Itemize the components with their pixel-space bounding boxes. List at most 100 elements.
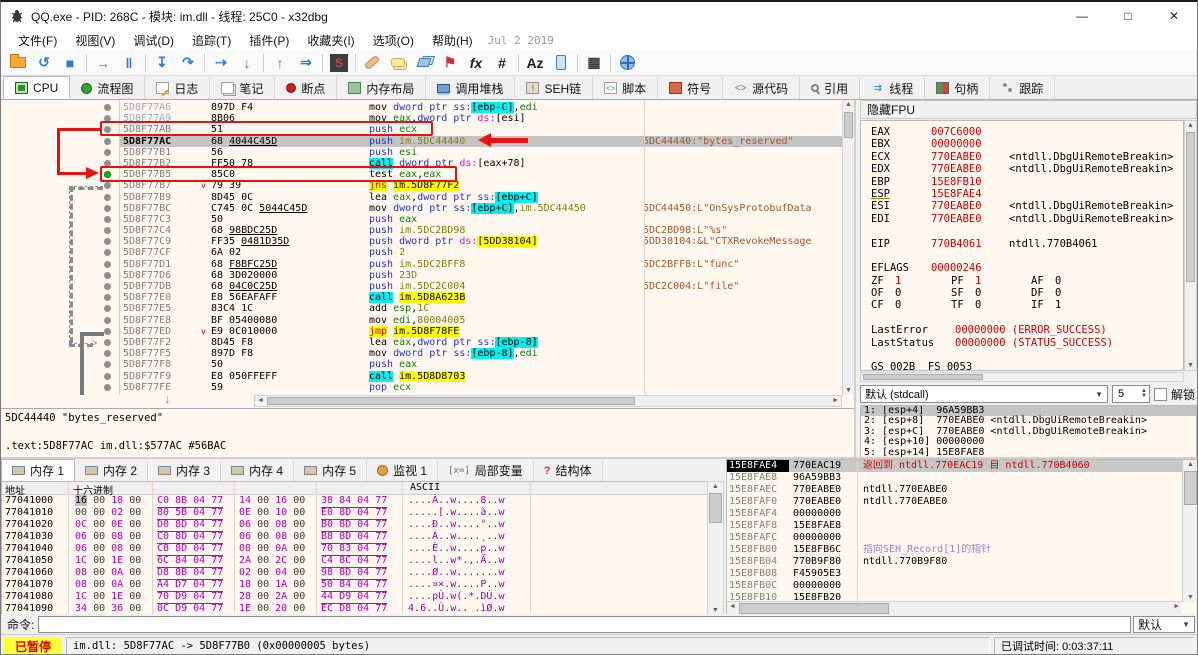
tab-断点[interactable]: 断点 — [275, 77, 338, 99]
disasm-row[interactable]: 5D8F77D6 68 3D020000 push 23D — [1, 270, 842, 281]
menu-item-5[interactable]: 插件(P) — [240, 30, 298, 51]
tab-跟踪[interactable]: 跟踪 — [990, 77, 1056, 99]
tab-流程图[interactable]: 流程图 — [70, 77, 146, 99]
hash-icon[interactable]: # — [490, 52, 514, 74]
stack-row[interactable]: 15E8FAE8 96A59BB3 — [727, 472, 1182, 484]
call-arguments-view[interactable]: 1: [esp+4] 96A59BB3 2: [esp+8] 770EABE0 <… — [860, 405, 1197, 458]
instruction-dot-icon[interactable] — [104, 227, 111, 235]
labels-icon[interactable] — [412, 52, 436, 74]
stack-vertical-scrollbar[interactable]: ▲ ▼ — [1182, 460, 1197, 602]
stack-row[interactable]: 15E8FAFC 00000000 — [727, 532, 1182, 544]
memory-dump-grid[interactable]: 地址 十六进制 ASCII 77041000 16 00 18 00 C0 8B 0… — [1, 481, 724, 616]
tab-引用[interactable]: 引用 — [800, 77, 861, 99]
memory-row[interactable]: 77041010 00 00 02 00 80 5B 04 77 0E 00 10 0… — [2, 507, 723, 520]
attach-icon[interactable]: ⇒ — [294, 52, 318, 74]
scylla-icon[interactable]: S — [327, 52, 351, 74]
argument-count-stepper[interactable]: 5 ▲ ▼ — [1111, 385, 1150, 403]
instruction-dot-icon[interactable] — [104, 283, 111, 290]
scroll-thumb[interactable] — [844, 112, 853, 138]
instruction-dot-icon[interactable] — [104, 137, 111, 145]
instruction-dot-icon[interactable] — [104, 361, 111, 369]
maximize-button[interactable]: □ — [1105, 2, 1151, 30]
instruction-dot-icon[interactable] — [104, 294, 111, 302]
stack-view[interactable]: 15E8FAE4 770EAC19 返回到 ntdll.770EAC19 自 ntd… — [727, 460, 1182, 602]
tab-源代码[interactable]: <> 源代码 — [723, 77, 801, 99]
stack-row[interactable]: 15E8FB04 770B9F80 ntdll.770B9F80 — [727, 556, 1182, 568]
stack-row[interactable]: 15E8FB0C 00000000 — [727, 580, 1182, 592]
scroll-down-icon[interactable]: ▼ — [1185, 362, 1196, 369]
disasm-row[interactable]: 5D8F77D1 68 F8BFC25D push im.5DC2BFF8 5DC2B… — [1, 259, 842, 270]
tab-句柄[interactable]: 句柄 — [925, 77, 991, 99]
memory-row[interactable]: 77041080 1C 00 1E 00 70 D9 04 77 28 00 2A 0… — [2, 591, 723, 604]
stack-row[interactable]: 15E8FAF0 770EABE0 ntdll.770EABE0 — [727, 496, 1182, 508]
scroll-right-icon[interactable]: ► — [1173, 603, 1180, 610]
tab-内存布局[interactable]: 内存布局 — [337, 77, 427, 99]
calculator-icon[interactable]: ▦ — [582, 52, 606, 74]
instruction-dot-icon[interactable] — [104, 204, 111, 212]
unlock-checkbox[interactable] — [1153, 387, 1167, 401]
disasm-row[interactable]: 5D8F77BC C745 0C 5044C45D mov dword ptr ss… — [1, 202, 842, 214]
stack-row[interactable]: 15E8FAF8 15E8FAE8 — [727, 520, 1182, 532]
run-to-user-code-icon[interactable]: ↓ — [235, 52, 259, 74]
stack-row[interactable]: 15E8FB00 15E8FB6C 指向SEH_Record[1]的指针 — [727, 544, 1182, 556]
instruction-dot-icon[interactable] — [104, 316, 111, 324]
scroll-down-icon[interactable]: ▼ — [1183, 594, 1197, 601]
scroll-thumb[interactable] — [267, 397, 635, 405]
tab-内存 4[interactable]: 内存 4 — [221, 460, 295, 481]
tab-局部变量[interactable]: [x=] 局部变量 — [438, 460, 534, 481]
instruction-dot-icon[interactable] — [104, 372, 111, 380]
disasm-row[interactable]: 5D8F77ED v E9 0C010000 jmp im.5D8F78FE — [1, 325, 842, 337]
comments-icon[interactable] — [386, 52, 410, 74]
disasm-row[interactable]: 5D8F77CF 6A 02 push 2 — [1, 247, 842, 258]
menu-item-2[interactable]: 视图(V) — [66, 30, 124, 51]
disasm-vertical-scrollbar[interactable]: ▲ ▼ — [842, 100, 854, 395]
memory-rows[interactable]: 77041000 16 00 18 00 C0 8B 04 77 14 00 16 0… — [2, 495, 723, 616]
instruction-dot-icon[interactable] — [104, 350, 111, 358]
scroll-left-icon[interactable]: ◄ — [729, 603, 736, 610]
disasm-row[interactable]: 5D8F77E5 83C4 1C add esp,1C — [1, 303, 842, 314]
tab-内存 2[interactable]: 内存 2 — [75, 460, 149, 481]
argument-row[interactable]: 4: [esp+10] 00000000 — [861, 436, 1196, 447]
tab-脚本[interactable]: <> 脚本 — [593, 77, 659, 99]
scroll-right-icon[interactable]: ► — [832, 397, 839, 404]
tab-线程[interactable]: ⇉ 线程 — [860, 77, 926, 99]
memory-row[interactable]: 77041030 06 00 08 00 C0 8D 04 77 06 00 08 0… — [2, 531, 723, 544]
stack-horizontal-scrollbar[interactable]: ◄ ► — [727, 601, 1182, 615]
instruction-dot-icon[interactable] — [104, 215, 111, 223]
disasm-row[interactable]: 5D8F77C9 FF35 0481D35D push dword ptr ds:[… — [1, 236, 842, 248]
modules-icon[interactable] — [549, 52, 573, 74]
disasm-row[interactable]: 5D8F77B1 56 push esi — [1, 147, 842, 158]
menu-item-7[interactable]: 选项(O) — [364, 30, 423, 51]
pause-icon[interactable]: ‖ — [117, 52, 141, 74]
tab-内存 1[interactable]: 内存 1 — [1, 459, 76, 481]
scroll-up-icon[interactable]: ▲ — [1185, 122, 1196, 129]
disasm-row[interactable]: 5D8F77F9 E8 050FFEFF call im.5D8D8703 — [1, 370, 842, 382]
menu-item-6[interactable]: 收藏夹(I) — [298, 30, 363, 51]
memory-row[interactable]: 77041050 1C 00 1E 00 6C 84 04 77 2A 00 2C 0… — [2, 555, 723, 568]
disasm-row[interactable]: 5D8F77C4 68 98BDC25D push im.5DC2BD98 5DC2B… — [1, 225, 842, 236]
scroll-thumb[interactable] — [709, 493, 722, 523]
instruction-dot-icon[interactable] — [104, 327, 111, 335]
stack-row[interactable]: 15E8FAE4 770EAC19 返回到 ntdll.770EAC19 自 ntd… — [727, 460, 1182, 472]
disasm-row[interactable]: 5D8F77E0 E8 56EAFAFF call im.5D8A623B — [1, 292, 842, 304]
stack-row[interactable]: 15E8FAEC 770EABE0 ntdll.770EABE0 — [727, 484, 1182, 496]
stepper-arrows-icon[interactable]: ▲ ▼ — [1141, 388, 1149, 399]
tab-笔记[interactable]: 笔记 — [210, 77, 276, 99]
functions-icon[interactable]: fx — [464, 52, 488, 74]
tab-日志[interactable]: 日志 — [145, 77, 211, 99]
scroll-up-icon[interactable]: ▲ — [708, 483, 723, 490]
az-icon[interactable]: Az — [523, 52, 547, 74]
scroll-thumb[interactable] — [739, 603, 889, 614]
menu-item-3[interactable]: 调试(D) — [124, 30, 183, 51]
instruction-dot-icon[interactable] — [104, 383, 111, 391]
disasm-row[interactable]: 5D8F77A6 897D F4 mov dword ptr ss:[ebp-C],… — [1, 102, 842, 113]
scroll-left-icon[interactable]: ◄ — [257, 397, 264, 404]
disasm-row[interactable]: 5D8F77F8 50 push eax — [1, 359, 842, 370]
menu-item-4[interactable]: 追踪(T) — [183, 30, 240, 51]
disasm-row[interactable]: 5D8F77AC 68 4044C45D push im.5DC44440 5DC44… — [1, 135, 842, 147]
hide-fpu-button[interactable]: 隐藏FPU — [860, 100, 1197, 119]
execute-till-return-icon[interactable]: ⇢ — [209, 52, 233, 74]
scroll-down-icon[interactable]: ▼ — [708, 607, 723, 614]
open-file-icon[interactable] — [6, 52, 30, 74]
stack-row[interactable]: 15E8FB08 F45905E3 — [727, 568, 1182, 580]
